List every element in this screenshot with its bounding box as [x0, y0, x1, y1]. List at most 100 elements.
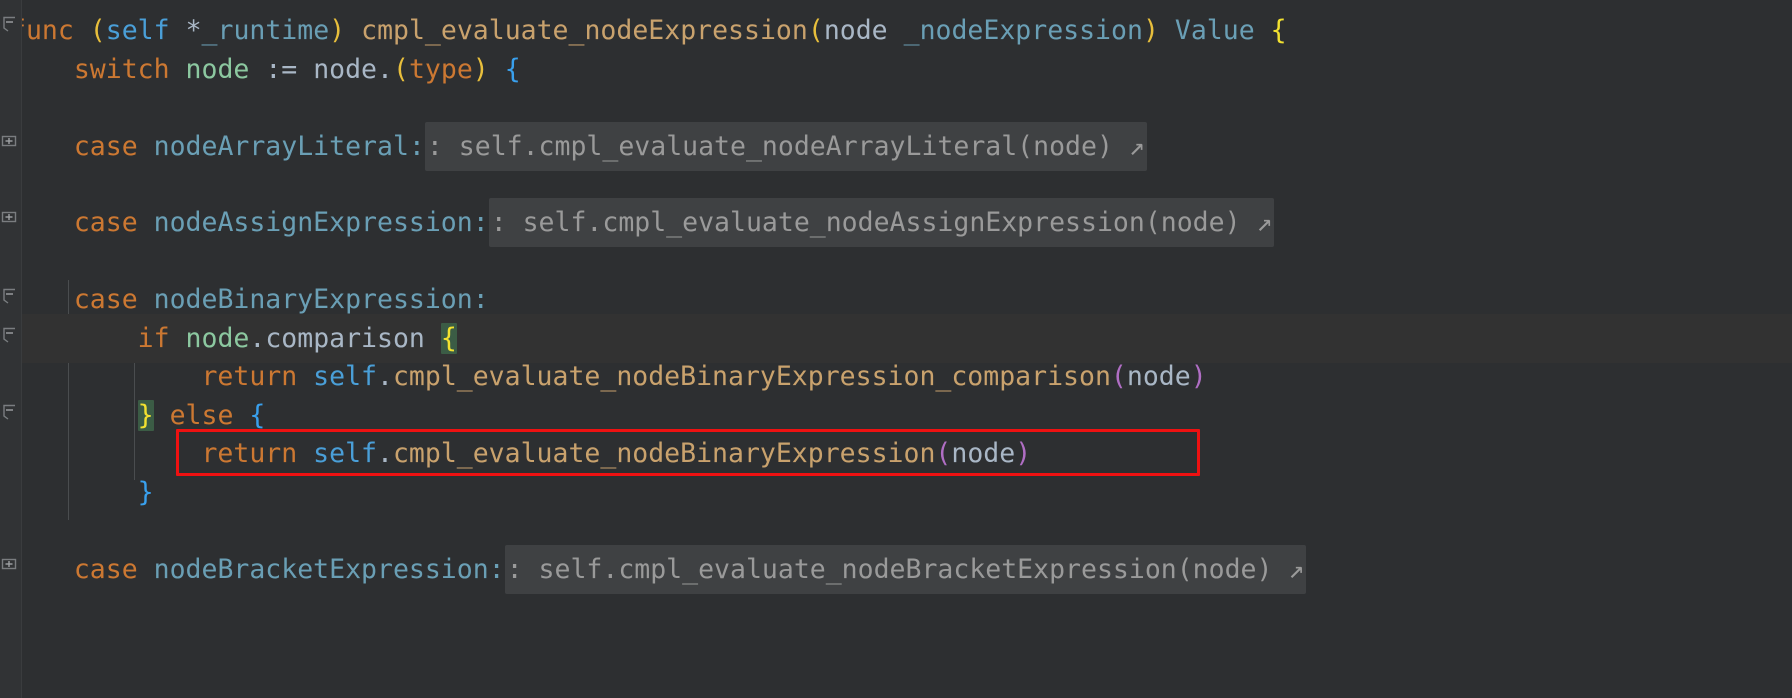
token-punct: [10, 400, 138, 431]
token-punct: [489, 54, 505, 85]
fold-collapse-icon[interactable]: [1, 286, 17, 304]
token-kw: if: [137, 323, 170, 354]
token-ident: node: [1126, 361, 1191, 392]
token-punct: [1255, 15, 1271, 46]
token-ident: node: [823, 15, 888, 46]
token-type: nodeArrayLiteral: [153, 131, 409, 162]
token-punct: [1159, 15, 1175, 46]
token-type: _nodeExpression: [903, 15, 1143, 46]
token-punct: [138, 207, 154, 238]
token-type: :: [488, 554, 505, 585]
token-brace-hl: {: [440, 323, 457, 354]
token-punct: [297, 361, 313, 392]
token-type: Value: [1174, 15, 1255, 46]
token-paren-y: (: [392, 54, 409, 85]
token-punct: .: [377, 54, 393, 85]
token-type: nodeBinaryExpression: [153, 284, 473, 315]
token-paren-m: ): [1190, 361, 1207, 392]
token-punct: [10, 323, 138, 354]
code-line[interactable]: case nodeAssignExpression:: self.cmpl_ev…: [0, 198, 1792, 247]
token-recv: self: [313, 361, 377, 392]
token-type: nodeAssignExpression: [153, 207, 473, 238]
folded-code-placeholder[interactable]: : self.cmpl_evaluate_nodeAssignExpressio…: [488, 198, 1275, 247]
code-editor[interactable]: func (self *_runtime) cmpl_evaluate_node…: [0, 0, 1792, 698]
token-ident: node: [313, 54, 378, 85]
code-line[interactable]: switch node := node.(type) {: [0, 45, 1792, 94]
token-punct: [138, 284, 154, 315]
token-brace-y: {: [1270, 15, 1287, 46]
code-line[interactable]: }: [0, 468, 1792, 517]
code-line-text: case nodeAssignExpression:: self.cmpl_ev…: [10, 198, 1275, 247]
token-punct: [10, 361, 201, 392]
token-paren-y: ): [329, 15, 346, 46]
token-punct: [170, 323, 186, 354]
token-fn: cmpl_evaluate_nodeBinaryExpression_compa…: [392, 361, 1111, 392]
fold-expand-icon[interactable]: [1, 556, 17, 572]
token-type: :: [472, 284, 489, 315]
token-punct: [425, 323, 441, 354]
token-brace-b: {: [504, 54, 521, 85]
token-punct: [138, 131, 154, 162]
token-kw: case: [73, 131, 138, 162]
code-line-text: }: [10, 468, 154, 517]
token-brace-hl: }: [137, 400, 154, 431]
code-line-text: switch node := node.(type) {: [10, 45, 521, 94]
token-punct: [233, 400, 249, 431]
fold-collapse-icon[interactable]: [1, 402, 17, 420]
token-ident: node: [951, 438, 1016, 469]
token-punct: *: [185, 15, 202, 46]
token-punct: [297, 438, 313, 469]
token-punct: [10, 477, 138, 508]
token-punct: [138, 554, 154, 585]
fold-collapse-icon[interactable]: [1, 14, 17, 32]
token-paren-m: ): [1015, 438, 1032, 469]
token-punct: .: [376, 438, 393, 469]
code-surface[interactable]: func (self *_runtime) cmpl_evaluate_node…: [0, 0, 1792, 698]
token-paren-m: (: [1110, 361, 1127, 392]
token-paren-m: (: [935, 438, 952, 469]
token-kw: return: [201, 361, 298, 392]
token-punct: [10, 438, 201, 469]
folded-code-placeholder[interactable]: : self.cmpl_evaluate_nodeBracketExpressi…: [504, 545, 1307, 594]
code-line[interactable]: case nodeBracketExpression:: self.cmpl_e…: [0, 545, 1792, 594]
editor-gutter[interactable]: [0, 0, 22, 698]
code-line-text: case nodeArrayLiteral:: self.cmpl_evalua…: [10, 122, 1147, 171]
token-punct: [74, 15, 90, 46]
token-kw: return: [201, 438, 298, 469]
token-punct: [345, 15, 361, 46]
code-line-text: case nodeBracketExpression:: self.cmpl_e…: [10, 545, 1307, 594]
token-paren-y: (: [807, 15, 824, 46]
token-kw: case: [73, 284, 138, 315]
token-kw: switch: [73, 54, 170, 85]
token-kw: type: [408, 54, 473, 85]
token-paren-y: ): [472, 54, 489, 85]
token-kw: case: [73, 207, 138, 238]
token-type: _runtime: [201, 15, 330, 46]
token-punct: .: [249, 323, 266, 354]
fold-expand-icon[interactable]: [1, 209, 17, 225]
token-paren-y: (: [89, 15, 106, 46]
token-recv: self: [105, 15, 170, 46]
token-field: node: [185, 323, 250, 354]
fold-expand-icon[interactable]: [1, 133, 17, 149]
token-punct: [170, 54, 186, 85]
token-fn: cmpl_evaluate_nodeExpression: [361, 15, 808, 46]
token-kw: case: [73, 554, 138, 585]
token-field: node: [185, 54, 250, 85]
token-punct: [888, 15, 904, 46]
token-brace-b: }: [137, 477, 154, 508]
fold-collapse-icon[interactable]: [1, 325, 17, 343]
token-type: :: [408, 131, 425, 162]
token-ident: comparison: [265, 323, 425, 354]
token-punct: [170, 15, 186, 46]
token-fn: cmpl_evaluate_nodeBinaryExpression: [392, 438, 936, 469]
token-punct: .: [376, 361, 393, 392]
token-brace-b: {: [249, 400, 266, 431]
gutter-divider: [21, 0, 22, 698]
token-kw: else: [169, 400, 234, 431]
token-recv: self: [313, 438, 377, 469]
folded-code-placeholder[interactable]: : self.cmpl_evaluate_nodeArrayLiteral(no…: [424, 122, 1147, 171]
token-paren-y: ): [1142, 15, 1159, 46]
token-type: :: [472, 207, 489, 238]
code-line[interactable]: case nodeArrayLiteral:: self.cmpl_evalua…: [0, 122, 1792, 171]
